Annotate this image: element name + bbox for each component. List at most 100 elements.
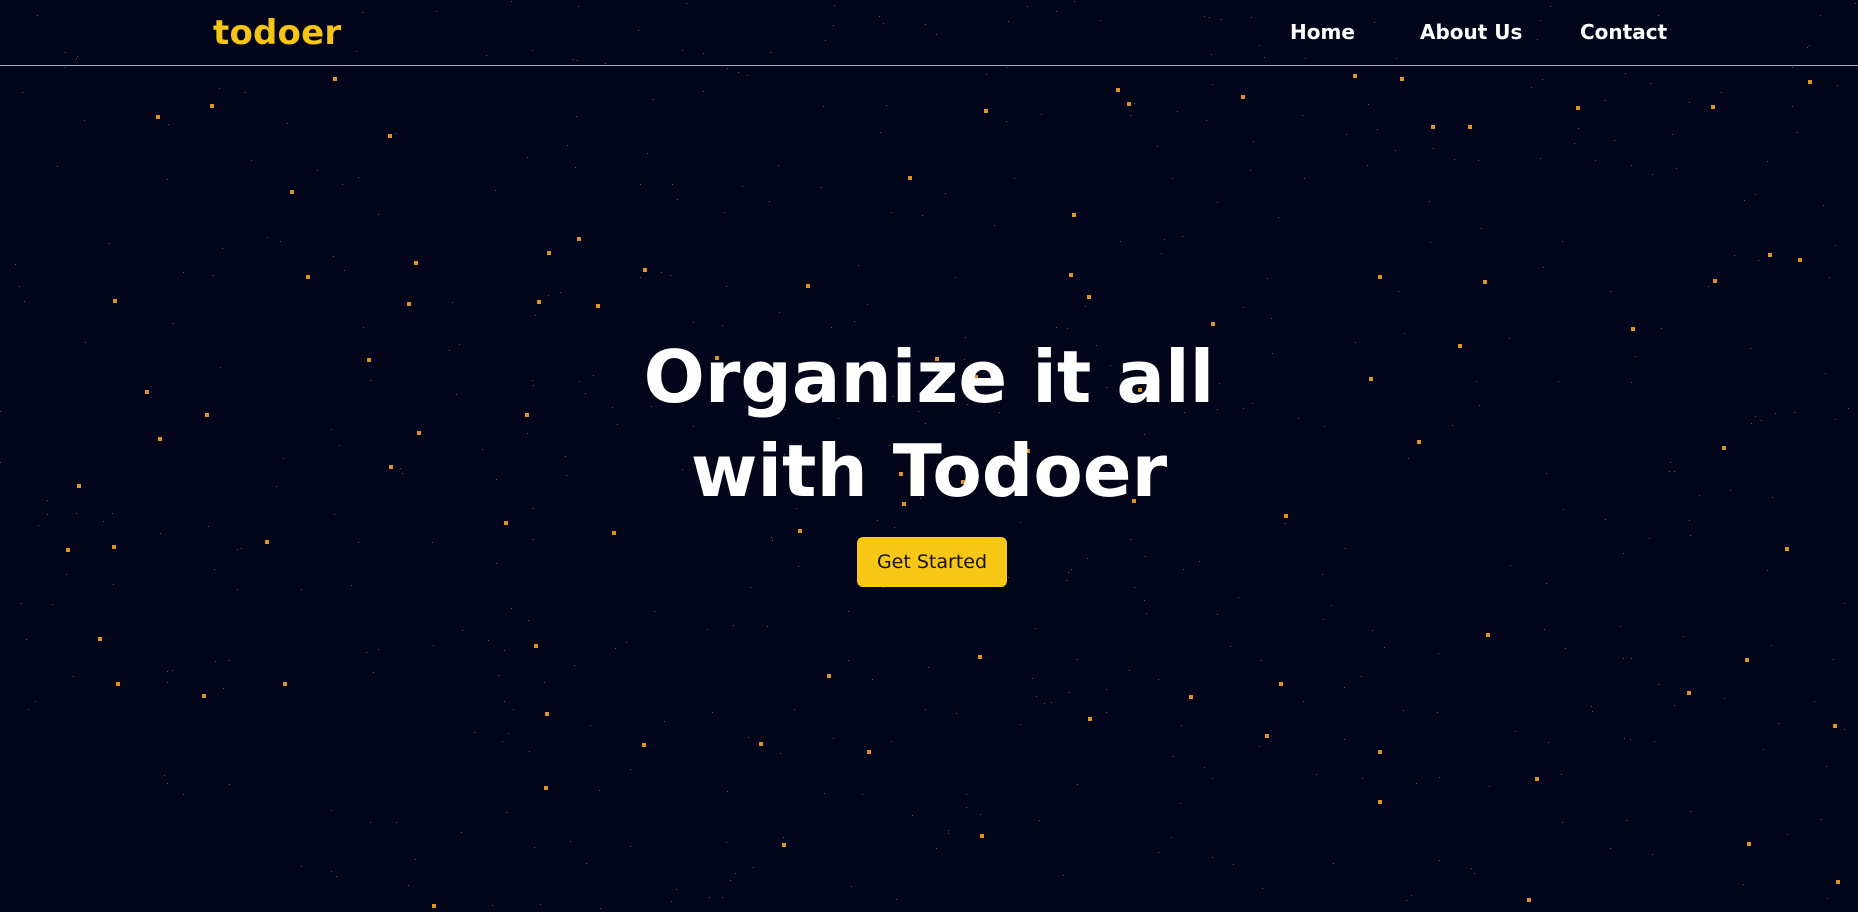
background-star bbox=[504, 650, 505, 651]
background-star bbox=[1481, 228, 1482, 229]
background-star bbox=[237, 589, 238, 590]
background-gold-star bbox=[432, 904, 436, 908]
background-star bbox=[615, 648, 616, 649]
background-star bbox=[1372, 630, 1373, 631]
background-star bbox=[1578, 128, 1579, 129]
background-star bbox=[1605, 100, 1606, 101]
background-star bbox=[712, 712, 713, 713]
background-star bbox=[848, 611, 849, 612]
background-star bbox=[912, 815, 913, 816]
background-star bbox=[1144, 600, 1145, 601]
background-star bbox=[722, 897, 723, 898]
background-star bbox=[1531, 87, 1532, 88]
nav-link-about-us[interactable]: About Us bbox=[1420, 19, 1522, 45]
background-gold-star bbox=[1069, 273, 1073, 277]
background-star bbox=[167, 179, 168, 180]
background-star bbox=[1542, 79, 1543, 80]
background-star bbox=[527, 157, 528, 158]
background-star bbox=[1620, 626, 1621, 627]
background-gold-star bbox=[577, 237, 581, 241]
background-star bbox=[833, 738, 834, 739]
background-star bbox=[707, 629, 708, 630]
background-star bbox=[1562, 241, 1563, 242]
background-gold-star bbox=[1808, 80, 1812, 84]
background-star bbox=[1212, 857, 1213, 858]
background-star bbox=[1430, 242, 1431, 243]
background-star bbox=[1362, 778, 1363, 779]
background-gold-star bbox=[1127, 102, 1131, 106]
background-star bbox=[57, 166, 58, 167]
background-gold-star bbox=[1241, 95, 1245, 99]
background-star bbox=[415, 859, 416, 860]
background-star bbox=[671, 901, 672, 902]
background-star bbox=[1471, 868, 1472, 869]
background-star bbox=[214, 569, 215, 570]
background-star bbox=[73, 676, 74, 677]
background-star bbox=[1406, 900, 1407, 901]
background-star bbox=[1724, 698, 1725, 699]
background-star bbox=[574, 665, 575, 666]
background-star bbox=[65, 67, 66, 68]
background-star bbox=[661, 272, 662, 273]
background-gold-star bbox=[827, 674, 831, 678]
background-star bbox=[358, 177, 359, 178]
background-star bbox=[1767, 570, 1768, 571]
background-star bbox=[1683, 636, 1684, 637]
background-star bbox=[488, 640, 489, 641]
background-star bbox=[1429, 201, 1430, 202]
background-star bbox=[167, 671, 168, 672]
background-star bbox=[215, 661, 216, 662]
background-gold-star bbox=[1798, 258, 1802, 262]
background-star bbox=[351, 585, 352, 586]
background-gold-star bbox=[1527, 898, 1531, 902]
background-star bbox=[1610, 848, 1611, 849]
get-started-button[interactable]: Get Started bbox=[857, 537, 1007, 587]
background-star bbox=[600, 908, 601, 909]
background-gold-star bbox=[1468, 125, 1472, 129]
background-star bbox=[26, 639, 27, 640]
background-star bbox=[862, 794, 863, 795]
background-star bbox=[1661, 328, 1662, 329]
background-star bbox=[1041, 114, 1042, 115]
background-gold-star bbox=[414, 261, 418, 265]
background-star bbox=[1610, 291, 1611, 292]
background-star bbox=[1744, 200, 1745, 201]
background-star bbox=[113, 584, 114, 585]
background-star bbox=[1039, 820, 1040, 821]
background-gold-star bbox=[1431, 125, 1435, 129]
background-star bbox=[664, 721, 665, 722]
background-star bbox=[1416, 783, 1417, 784]
background-star bbox=[1020, 522, 1021, 523]
hero-title-line-1: Organize it all bbox=[643, 335, 1215, 419]
background-star bbox=[452, 302, 453, 303]
background-star bbox=[66, 574, 67, 575]
background-gold-star bbox=[407, 302, 411, 306]
background-star bbox=[575, 167, 576, 168]
background-star bbox=[703, 91, 704, 92]
background-star bbox=[727, 68, 728, 69]
background-gold-star bbox=[1072, 213, 1076, 217]
background-star bbox=[222, 248, 223, 249]
background-star bbox=[778, 165, 779, 166]
background-star bbox=[1561, 774, 1562, 775]
background-star bbox=[1743, 884, 1744, 885]
nav-link-contact[interactable]: Contact bbox=[1580, 19, 1667, 45]
background-star bbox=[1650, 83, 1651, 84]
background-gold-star bbox=[537, 300, 541, 304]
background-star bbox=[1044, 703, 1045, 704]
background-gold-star bbox=[612, 531, 616, 535]
background-star bbox=[1056, 327, 1057, 328]
background-gold-star bbox=[1279, 682, 1283, 686]
background-star bbox=[1233, 864, 1234, 865]
background-star bbox=[1199, 561, 1200, 562]
background-star bbox=[1261, 660, 1262, 661]
background-star bbox=[1652, 174, 1653, 175]
background-star bbox=[928, 667, 929, 668]
background-star bbox=[433, 645, 434, 646]
top-navigation-bar: todoer Home About Us Contact bbox=[0, 0, 1858, 66]
background-star bbox=[84, 120, 85, 121]
background-star bbox=[1212, 778, 1213, 779]
background-star bbox=[1134, 103, 1135, 104]
background-star bbox=[1250, 170, 1251, 171]
nav-link-home[interactable]: Home bbox=[1290, 19, 1355, 45]
